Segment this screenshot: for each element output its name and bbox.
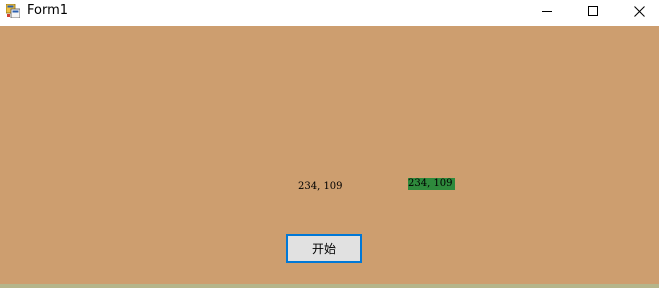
close-button[interactable] bbox=[616, 0, 659, 22]
form-client-area: 234, 109 234, 109 开始 bbox=[0, 26, 659, 284]
window-title: Form1 bbox=[27, 3, 69, 18]
minimize-button[interactable] bbox=[524, 0, 570, 22]
form1-window: Form1 234, 109 234, 109 开始 bbox=[0, 0, 659, 288]
window-bottom-edge bbox=[0, 284, 659, 288]
app-icon bbox=[6, 4, 20, 18]
start-button[interactable]: 开始 bbox=[286, 234, 362, 263]
coordinate-label-highlighted: 234, 109 bbox=[408, 178, 455, 190]
maximize-icon bbox=[588, 6, 598, 16]
close-icon bbox=[633, 5, 645, 17]
title-bar[interactable]: Form1 bbox=[0, 0, 659, 26]
coordinate-label: 234, 109 bbox=[298, 181, 343, 192]
maximize-button[interactable] bbox=[570, 0, 616, 22]
minimize-icon bbox=[542, 11, 552, 12]
